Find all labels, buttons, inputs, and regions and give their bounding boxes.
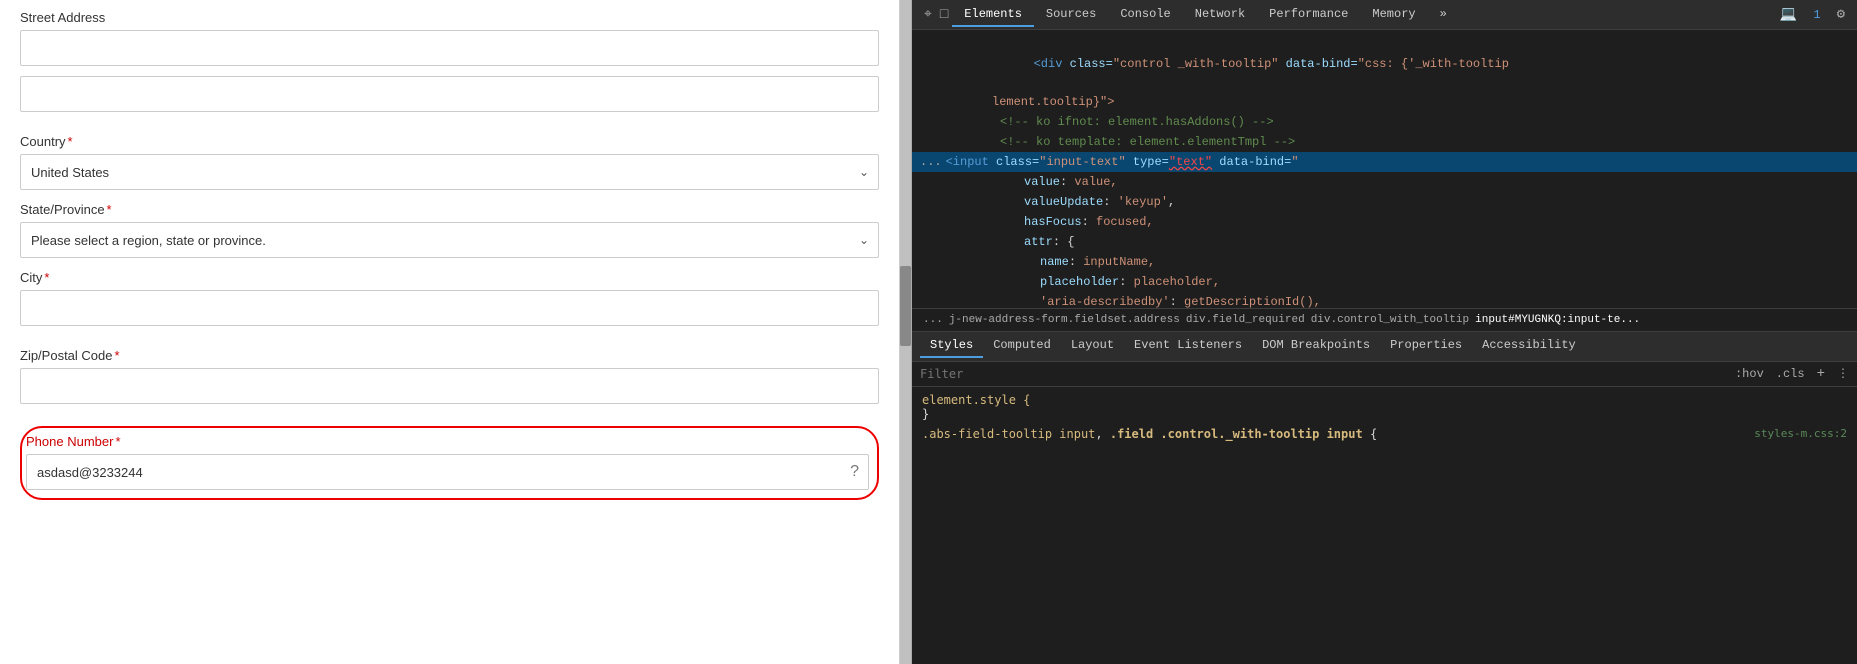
breadcrumb-form[interactable]: j-new-address-form.fieldset.address <box>946 313 1183 327</box>
css-class-block: .abs-field-tooltip input, .field .contro… <box>922 427 1847 441</box>
tab-network[interactable]: Network <box>1183 3 1257 27</box>
tab-computed[interactable]: Computed <box>983 334 1061 358</box>
state-required: * <box>107 202 112 217</box>
devtools-bottom-tabs: Styles Computed Layout Event Listeners D… <box>912 332 1857 362</box>
city-group: City* <box>20 270 879 336</box>
country-required: * <box>68 134 73 149</box>
country-group: Country* United States ⌄ <box>20 134 879 190</box>
street-address-group: Street Address <box>20 10 879 122</box>
code-line: valueUpdate: 'keyup', <box>912 192 1857 212</box>
phone-group: Phone Number* ? <box>26 434 869 490</box>
devtools-panel: ⌖ □ Elements Sources Console Network Per… <box>912 0 1857 664</box>
phone-annotation: Phone Number* ? <box>20 426 879 500</box>
tab-properties[interactable]: Properties <box>1380 334 1472 358</box>
form-panel: Street Address Country* United States ⌄ … <box>0 0 900 664</box>
breadcrumb-input[interactable]: input#MYUGNKQ:input-te... <box>1472 313 1643 327</box>
scrollbar-thumb[interactable] <box>900 266 911 346</box>
street-address-label: Street Address <box>20 10 879 25</box>
state-select[interactable]: Please select a region, state or provinc… <box>20 222 879 258</box>
city-input[interactable] <box>20 290 879 326</box>
code-line: attr: { <box>912 232 1857 252</box>
styles-content: element.style { } .abs-field-tooltip inp… <box>912 387 1857 664</box>
phone-input[interactable] <box>26 454 869 490</box>
zip-group: Zip/Postal Code* <box>20 348 879 414</box>
tab-memory[interactable]: Memory <box>1360 3 1427 27</box>
phone-field-wrapper: ? <box>26 454 869 490</box>
css-element-style-close: } <box>922 407 1847 421</box>
devtools-badge: 1 <box>1809 6 1824 24</box>
panel-scrollbar[interactable] <box>900 0 912 664</box>
tab-event-listeners[interactable]: Event Listeners <box>1124 334 1252 358</box>
street-address-input-1[interactable] <box>20 30 879 66</box>
code-line: hasFocus: focused, <box>912 212 1857 232</box>
zip-input[interactable] <box>20 368 879 404</box>
tab-performance[interactable]: Performance <box>1257 3 1360 27</box>
settings-icon[interactable]: ⚙ <box>1833 4 1849 25</box>
css-element-style-block: element.style { <box>922 393 1847 407</box>
code-line: 'aria-describedby': getDescriptionId(), <box>912 292 1857 308</box>
tab-elements[interactable]: Elements <box>952 3 1034 27</box>
form-scroll: Street Address Country* United States ⌄ … <box>20 10 879 664</box>
code-line: <div class="control _with-tooltip" data-… <box>912 36 1857 92</box>
breadcrumb-control[interactable]: div.control_with_tooltip <box>1308 313 1472 327</box>
more-options-icon[interactable]: ⋮ <box>1837 366 1849 381</box>
help-icon[interactable]: ? <box>850 463 859 481</box>
hov-button[interactable]: :hov <box>1735 367 1764 381</box>
devtools-code-area[interactable]: <div class="control _with-tooltip" data-… <box>912 30 1857 308</box>
phone-label: Phone Number* <box>26 434 869 449</box>
state-group: State/Province* Please select a region, … <box>20 202 879 258</box>
code-line: placeholder: placeholder, <box>912 272 1857 292</box>
devtools-top-tabs: ⌖ □ Elements Sources Console Network Per… <box>912 0 1857 30</box>
cursor-icon[interactable]: ⌖ <box>920 5 936 25</box>
tab-accessibility[interactable]: Accessibility <box>1472 334 1586 358</box>
tab-layout[interactable]: Layout <box>1061 334 1124 358</box>
tab-styles[interactable]: Styles <box>920 334 983 358</box>
tab-console[interactable]: Console <box>1108 3 1182 27</box>
breadcrumb-ellipsis[interactable]: ... <box>920 313 946 327</box>
tab-dom-breakpoints[interactable]: DOM Breakpoints <box>1252 334 1380 358</box>
state-label: State/Province* <box>20 202 879 217</box>
zip-label: Zip/Postal Code* <box>20 348 879 363</box>
code-line: <!-- ko ifnot: element.hasAddons() --> <box>912 112 1857 132</box>
code-line: name: inputName, <box>912 252 1857 272</box>
phone-required: * <box>115 434 120 449</box>
zip-required: * <box>115 348 120 363</box>
styles-filter-bar: :hov .cls + ⋮ <box>912 362 1857 387</box>
devtools-toggle-icon[interactable]: 💻 <box>1776 4 1801 25</box>
inspect-icon[interactable]: □ <box>936 5 952 25</box>
tab-more[interactable]: » <box>1428 3 1459 27</box>
country-select-wrapper: United States ⌄ <box>20 154 879 190</box>
devtools-icon-group: 💻 1 ⚙ <box>1776 4 1849 25</box>
code-line: lement.tooltip}"> <box>912 92 1857 112</box>
tab-sources[interactable]: Sources <box>1034 3 1108 27</box>
cls-button[interactable]: .cls <box>1776 367 1805 381</box>
styles-filter-input[interactable] <box>920 367 1735 381</box>
code-line: value: value, <box>912 172 1857 192</box>
city-label: City* <box>20 270 879 285</box>
code-line: <!-- ko template: element.elementTmpl --… <box>912 132 1857 152</box>
add-style-button[interactable]: + <box>1817 366 1825 382</box>
code-line-selected: ... <input class="input-text" type="text… <box>912 152 1857 172</box>
city-required: * <box>44 270 49 285</box>
styles-filter-buttons: :hov .cls + ⋮ <box>1735 366 1849 382</box>
devtools-breadcrumb: ... j-new-address-form.fieldset.address … <box>912 308 1857 332</box>
country-label: Country* <box>20 134 879 149</box>
country-select[interactable]: United States <box>20 154 879 190</box>
street-address-input-2[interactable] <box>20 76 879 112</box>
state-select-wrapper: Please select a region, state or provinc… <box>20 222 879 258</box>
breadcrumb-field[interactable]: div.field_required <box>1183 313 1308 327</box>
